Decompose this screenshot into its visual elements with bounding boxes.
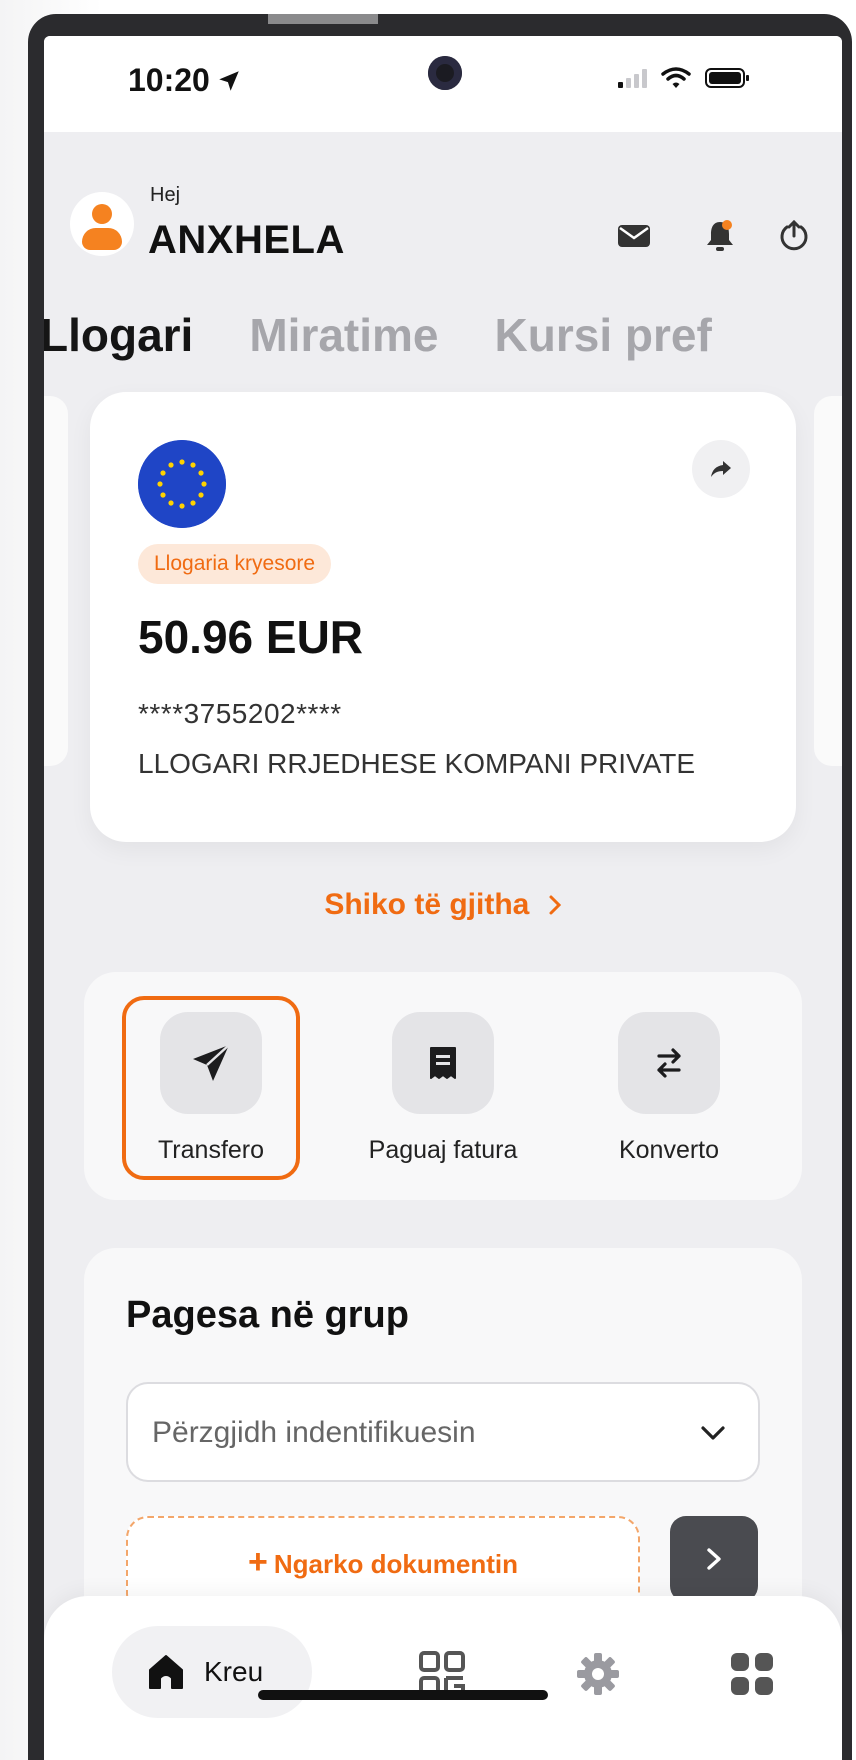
clock-text: 10:20: [128, 62, 210, 98]
nav-home[interactable]: Kreu: [112, 1626, 312, 1718]
receipt-icon: [430, 1047, 456, 1079]
pay-bills-label: Paguaj fatura: [368, 1136, 518, 1164]
avatar[interactable]: [70, 192, 134, 256]
wifi-icon: [661, 67, 691, 88]
home-icon: [149, 1655, 183, 1689]
account-number: ****3755202****: [138, 698, 342, 729]
header: Hej ANXHELA: [44, 132, 842, 302]
tab-kursi[interactable]: Kursi pref: [495, 308, 712, 368]
eu-flag-icon: [138, 440, 226, 528]
bottom-navigation: Kreu: [44, 1596, 842, 1760]
transfer-action[interactable]: Transfero: [122, 996, 300, 1180]
share-button[interactable]: [692, 440, 750, 498]
chevron-right-icon: [549, 895, 561, 915]
transfer-icon-tile: [160, 1012, 262, 1114]
front-camera: [428, 56, 462, 90]
gear-icon: [577, 1653, 619, 1695]
see-all-label: Shiko të gjitha: [324, 888, 530, 921]
account-tabs: Llogari Miratime Kursi pref: [44, 308, 712, 368]
identifier-select[interactable]: Përzgjidh indentifikuesin: [126, 1382, 760, 1482]
device-button: [268, 14, 378, 24]
account-type: LLOGARI RRJEDHESE KOMPANI PRIVATE: [138, 748, 696, 779]
send-icon: [193, 1044, 230, 1081]
convert-action[interactable]: Konverto: [580, 996, 758, 1180]
convert-icon-tile: [618, 1012, 720, 1114]
pay-bills-action[interactable]: Paguaj fatura: [354, 996, 532, 1180]
convert-label: Konverto: [618, 1136, 720, 1164]
exchange-icon: [657, 1048, 681, 1078]
mail-icon[interactable]: [614, 216, 654, 256]
battery-icon: [705, 68, 749, 88]
status-time: 10:20: [128, 62, 242, 99]
location-arrow-icon: [219, 70, 239, 91]
cellular-signal-icon: [618, 68, 647, 88]
next-card-peek[interactable]: [814, 396, 842, 766]
account-card[interactable]: Llogaria kryesore 50.96 EUR ****3755202*…: [90, 392, 796, 842]
user-name: ANXHELA: [148, 218, 345, 262]
power-icon[interactable]: [774, 216, 814, 256]
chevron-down-icon: [701, 1426, 725, 1440]
app-screen: 10:20 Hej ANXHELA Llogari Miratime Kursi…: [44, 36, 842, 1760]
home-indicator[interactable]: [258, 1690, 548, 1700]
next-button[interactable]: [670, 1516, 758, 1602]
nav-more[interactable]: [724, 1646, 780, 1702]
share-icon: [711, 461, 731, 477]
tab-llogari[interactable]: Llogari: [44, 308, 193, 368]
nav-home-label: Kreu: [204, 1656, 264, 1687]
grid-icon: [731, 1653, 773, 1695]
bell-icon[interactable]: [700, 216, 740, 256]
transfer-label: Transfero: [157, 1136, 265, 1164]
main-account-badge: Llogaria kryesore: [138, 544, 332, 584]
account-balance: 50.96 EUR: [138, 611, 364, 663]
status-icons: [618, 66, 749, 90]
status-bar: 10:20: [44, 36, 842, 132]
quick-actions: Transfero Paguaj fatura Konverto: [84, 972, 802, 1200]
nav-settings[interactable]: [570, 1646, 626, 1702]
tab-miratime[interactable]: Miratime: [249, 308, 438, 368]
group-payment-title: Pagesa në grup: [126, 1294, 409, 1336]
chevron-right-icon: [707, 1548, 721, 1570]
see-all-link[interactable]: Shiko të gjitha: [44, 888, 842, 922]
greeting: Hej: [150, 184, 181, 206]
pay-bills-icon-tile: [392, 1012, 494, 1114]
identifier-placeholder: Përzgjidh indentifikuesin: [152, 1416, 476, 1449]
previous-card-peek[interactable]: [44, 396, 68, 766]
